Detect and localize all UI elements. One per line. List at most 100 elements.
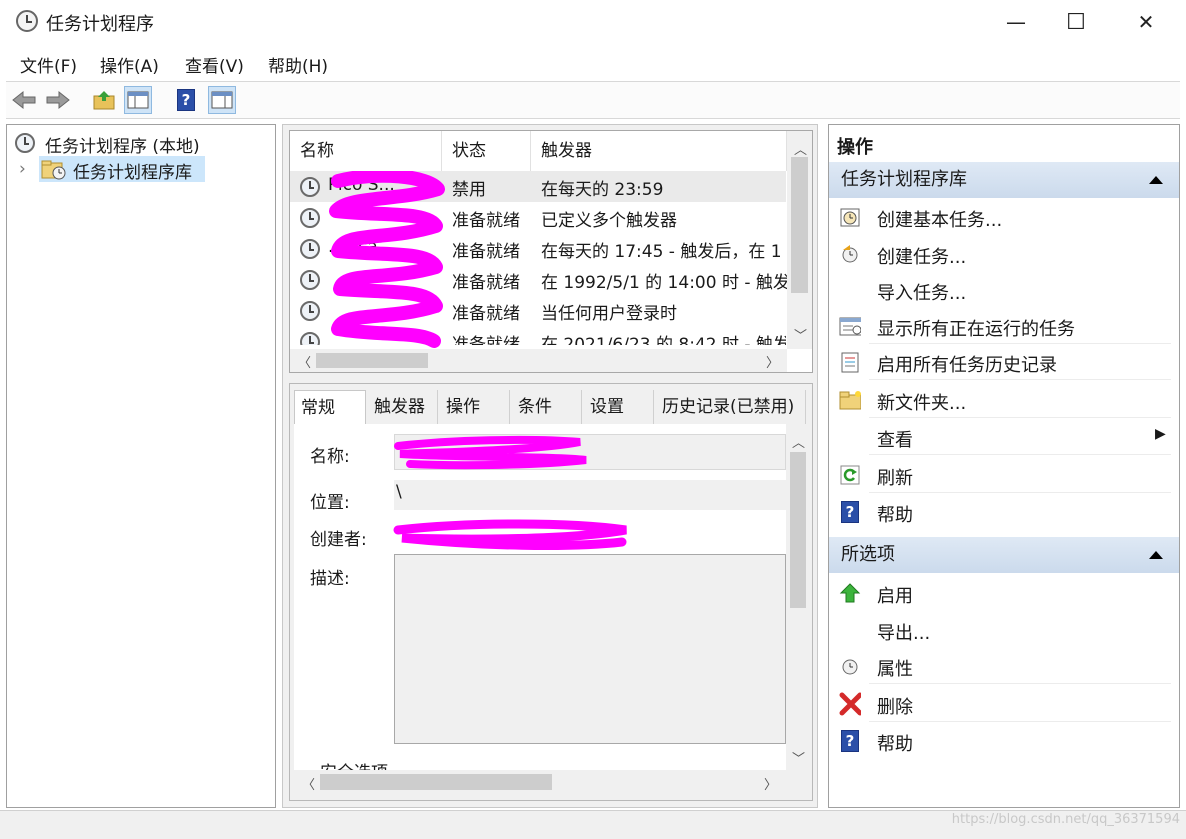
task-clock-icon (300, 301, 320, 321)
name-label: 名称: (310, 447, 350, 467)
tree-root[interactable]: 任务计划程序 (本地) (13, 130, 273, 157)
tab-triggers[interactable]: 触发器 (368, 390, 438, 424)
task-trigger: 在每天的 17:45 - 触发后，在 1 (541, 242, 782, 262)
menu-help[interactable]: 帮助(H) (268, 52, 328, 77)
column-header-status[interactable]: 状态 (442, 131, 531, 171)
scroll-thumb[interactable] (316, 353, 428, 368)
collapse-icon[interactable] (1149, 176, 1163, 184)
refresh-icon (839, 464, 861, 486)
help-icon: ? (839, 730, 861, 752)
menu-bar: 文件(F) 操作(A) 查看(V) 帮助(H) (0, 46, 1186, 80)
show-action-pane-button[interactable] (208, 86, 236, 114)
task-list-hscroll[interactable]: 〈 〉 (290, 349, 787, 372)
tree-root-label: 任务计划程序 (本地) (45, 137, 200, 157)
help-icon: ? (177, 89, 195, 111)
location-value: \ (396, 482, 402, 502)
clock-icon (16, 10, 38, 32)
details-vscroll[interactable]: ︿ ﹀ (786, 424, 810, 770)
task-clock-icon (300, 239, 320, 259)
section-library-label: 任务计划程序库 (841, 169, 967, 190)
section-selected[interactable]: 所选项 (829, 537, 1179, 573)
action-import-task[interactable]: 导入任务... (829, 271, 1179, 308)
details-hscroll[interactable]: 〈 〉 (294, 770, 786, 794)
watermark: https://blog.csdn.net/qq_36371594 (951, 812, 1180, 827)
help-toolbar-button[interactable]: ? (172, 86, 200, 114)
task-list-vscroll[interactable]: ︿ ﹀ (787, 131, 812, 349)
column-header-name[interactable]: 名称 (290, 131, 442, 171)
tab-general[interactable]: 常规 (294, 390, 366, 424)
action-enable[interactable]: 启用 (829, 574, 1179, 611)
redaction-scribble (394, 435, 587, 470)
task-status: 准备就绪 (452, 273, 520, 293)
tree-item-library[interactable]: 任务计划程序库 (39, 156, 205, 183)
location-field: \ (394, 480, 786, 510)
scroll-thumb[interactable] (320, 774, 552, 790)
action-create-basic-task[interactable]: 创建基本任务... (829, 198, 1179, 235)
back-button[interactable] (10, 86, 38, 114)
collapse-icon[interactable] (1149, 551, 1163, 559)
task-trigger: 在每天的 23:59 (541, 180, 664, 200)
general-tab-body: 名称: 位置: \ 创建者: 描述: 安全选项 (294, 424, 786, 784)
console-tree: 任务计划程序 (本地) › 任务计划程序库 (6, 124, 276, 808)
menu-view[interactable]: 查看(V) (185, 52, 244, 77)
action-create-task[interactable]: 创建任务... (829, 235, 1179, 272)
delete-x-icon (839, 692, 861, 716)
action-properties[interactable]: 属性 (829, 647, 1179, 684)
enable-arrow-icon (839, 582, 861, 604)
scroll-thumb[interactable] (790, 452, 806, 608)
menu-action[interactable]: 操作(A) (100, 52, 159, 77)
task-status: 准备就绪 (452, 335, 520, 345)
action-delete[interactable]: 删除 (829, 685, 1179, 722)
create-basic-task-icon (839, 206, 861, 228)
action-help[interactable]: ? 帮助 (829, 493, 1179, 530)
task-details: 常规 触发器 操作 条件 设置 历史记录(已禁用) 名称: 位置: \ 创建者:… (289, 383, 813, 801)
action-enable-history[interactable]: 启用所有任务历史记录 (829, 343, 1179, 380)
task-clock-icon (300, 208, 320, 228)
tab-settings[interactable]: 设置 (584, 390, 654, 424)
scroll-thumb[interactable] (791, 157, 808, 293)
help-icon: ? (839, 501, 861, 523)
task-clock-icon (300, 270, 320, 290)
up-folder-button[interactable] (90, 86, 118, 114)
task-status: 准备就绪 (452, 242, 520, 262)
description-field[interactable] (394, 554, 786, 744)
action-refresh[interactable]: 刷新 (829, 456, 1179, 493)
menu-file[interactable]: 文件(F) (20, 52, 77, 77)
task-trigger: 在 1992/5/1 的 14:00 时 - 触发 (541, 273, 787, 293)
section-selected-label: 所选项 (841, 544, 895, 565)
action-export[interactable]: 导出... (829, 611, 1179, 648)
tab-actions[interactable]: 操作 (440, 390, 510, 424)
author-label: 创建者: (310, 530, 367, 550)
show-tree-button[interactable] (124, 86, 152, 114)
action-help-selected[interactable]: ? 帮助 (829, 722, 1179, 759)
redaction-scribble (393, 519, 627, 550)
new-folder-icon (839, 389, 861, 411)
location-label: 位置: (310, 493, 350, 513)
create-task-icon (839, 243, 861, 265)
history-icon (839, 351, 861, 373)
task-trigger: 在 2021/6/23 的 8:42 时 - 触发 (541, 335, 786, 345)
action-show-running-tasks[interactable]: 显示所有正在运行的任务 (829, 307, 1179, 344)
maximize-button[interactable]: ☐ (1046, 0, 1106, 44)
toolbar: ? (6, 81, 1180, 119)
action-view[interactable]: 查看 ▶ (829, 418, 1179, 455)
clock-icon (15, 133, 35, 153)
tab-history[interactable]: 历史记录(已禁用) (656, 390, 806, 424)
properties-clock-icon (839, 655, 861, 677)
action-new-folder[interactable]: 新文件夹... (829, 381, 1179, 418)
forward-button[interactable] (44, 86, 72, 114)
column-header-trigger[interactable]: 触发器 (531, 131, 787, 171)
close-button[interactable]: ✕ (1116, 0, 1176, 44)
redaction-scribble (329, 171, 445, 348)
task-trigger: 当任何用户登录时 (541, 304, 677, 324)
tab-conditions[interactable]: 条件 (512, 390, 582, 424)
task-clock-icon (300, 177, 320, 197)
task-status: 准备就绪 (452, 211, 520, 231)
section-library[interactable]: 任务计划程序库 (829, 162, 1179, 198)
minimize-button[interactable]: — (986, 0, 1046, 44)
title-bar: 任务计划程序 — ☐ ✕ (0, 0, 1186, 44)
task-trigger: 已定义多个触发器 (541, 211, 677, 231)
folder-clock-icon (41, 160, 66, 180)
tree-expander[interactable]: › (19, 159, 26, 179)
action-pane-icon (211, 91, 233, 109)
